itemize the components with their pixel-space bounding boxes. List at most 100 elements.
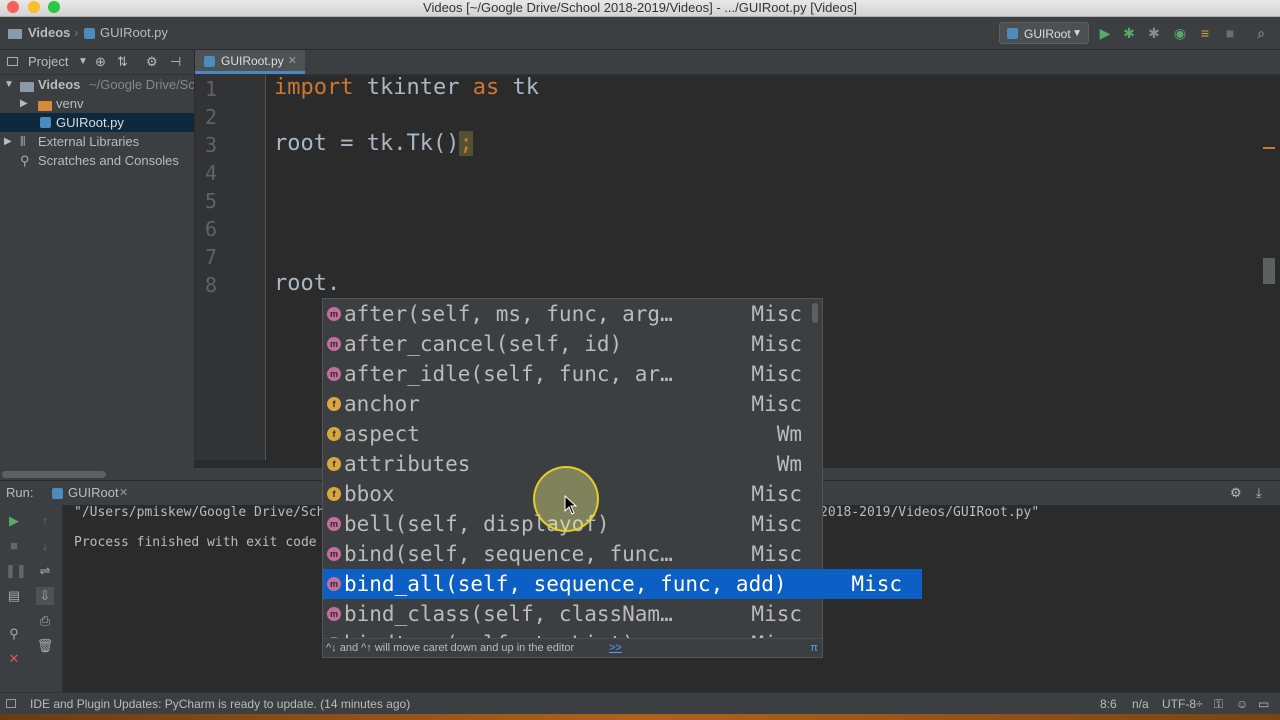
line-number: 3 — [204, 133, 217, 157]
profile-icon[interactable]: ◉ — [1171, 24, 1189, 42]
collapsed-arrow-icon[interactable]: ▶ — [20, 94, 28, 113]
line-number: 6 — [204, 217, 217, 241]
completion-item[interactable]: m after(self, ms, func, arg… Misc — [323, 299, 822, 329]
caret-position[interactable]: 8:6 — [1100, 693, 1117, 715]
scroll-from-source-icon[interactable]: ⊕ — [95, 50, 106, 74]
tree-item-videos[interactable]: ▼ Videos ~/Google Drive/Sc — [0, 75, 194, 94]
close-run-tab-icon[interactable]: ✕ — [119, 481, 128, 505]
line-number: 7 — [204, 245, 217, 269]
rerun-icon[interactable]: ▶ — [5, 512, 23, 530]
warning-stripe-marker[interactable] — [1263, 147, 1275, 149]
pi-icon[interactable]: π — [810, 639, 818, 657]
restore-layout-icon[interactable]: ▤ — [5, 587, 23, 605]
tree-item-scratches[interactable]: ⚲ Scratches and Consoles — [0, 151, 194, 170]
stop-icon[interactable]: ■ — [5, 537, 23, 555]
completion-item[interactable]: m bind(self, sequence, func… Misc — [323, 539, 822, 569]
method-icon: m — [327, 607, 341, 621]
tree-item-venv[interactable]: ▶ venv — [0, 94, 194, 113]
trash-icon[interactable]: 🗑 — [36, 637, 54, 655]
python-file-icon — [84, 17, 99, 49]
gear-icon[interactable]: ⚙ — [146, 50, 158, 74]
breadcrumb-project[interactable]: Videos — [28, 17, 70, 49]
run-icon[interactable]: ▶ — [1096, 24, 1114, 42]
chevron-down-icon[interactable]: ▼ — [78, 50, 88, 74]
event-log-icon[interactable]: ▭ — [1258, 693, 1269, 715]
completion-more-link[interactable]: >> — [609, 639, 622, 657]
completion-item[interactable]: m bind_all(self, sequence, func, add) Misc — [323, 569, 922, 599]
code-line-8: root. — [274, 271, 340, 296]
run-configuration-dropdown[interactable]: GUIRoot ▼ — [999, 22, 1089, 44]
lock-icon[interactable]: ⚿ — [1214, 693, 1223, 715]
completion-item[interactable]: f aspect Wm — [323, 419, 822, 449]
project-view-dropdown[interactable]: Project — [28, 50, 68, 74]
tab-guiroot-py[interactable]: GUIRoot.py ✕ — [195, 50, 305, 74]
completion-item-type: Misc — [851, 572, 902, 596]
horizontal-scrollbar-thumb[interactable] — [2, 471, 106, 478]
completion-item-type: Misc — [751, 392, 802, 416]
up-arrow-icon[interactable]: ↑ — [36, 512, 54, 530]
python-icon — [1007, 28, 1018, 39]
completion-footer: ^↓ and ^↑ will move caret down and up in… — [323, 638, 822, 657]
completion-item[interactable]: f anchor Misc — [323, 389, 822, 419]
completion-item-name: attributes — [344, 452, 471, 476]
print-icon[interactable]: ⎙ — [36, 612, 54, 630]
coverage-icon[interactable]: ✱ — [1145, 24, 1163, 42]
run-tab-guiroot[interactable]: GUIRoot — [68, 481, 119, 505]
line-number: 8 — [204, 273, 217, 297]
search-icon[interactable]: ⌕ — [1252, 24, 1270, 42]
build-icon[interactable]: ≡ — [1196, 24, 1214, 42]
editor-scrollbar-thumb[interactable] — [1263, 258, 1275, 284]
method-icon: m — [327, 337, 341, 351]
folder-icon — [20, 76, 38, 94]
completion-item-type: Misc — [751, 602, 802, 626]
keyword-import: import — [274, 75, 354, 100]
status-message[interactable]: IDE and Plugin Updates: PyCharm is ready… — [30, 693, 410, 715]
hide-panel-icon[interactable]: ⤓ — [1256, 481, 1262, 505]
file-encoding[interactable]: UTF-8÷ — [1162, 693, 1203, 715]
close-icon[interactable]: ✕ — [5, 650, 23, 668]
completion-list: m after(self, ms, func, arg… Misc m after_ca… — [323, 299, 923, 641]
completion-scrollbar-thumb[interactable] — [812, 303, 818, 323]
python-icon — [52, 488, 63, 499]
tool-windows-icon[interactable] — [6, 699, 16, 708]
completion-item-type: Wm — [776, 422, 802, 446]
pin-icon[interactable]: ⚲ — [5, 625, 23, 643]
inspection-icon[interactable]: ☺ — [1236, 693, 1248, 715]
method-icon: m — [327, 307, 341, 321]
code-text: root. — [274, 271, 341, 296]
tree-item-guiroot-py[interactable]: GUIRoot.py — [0, 113, 194, 132]
close-tab-icon[interactable]: ✕ — [288, 50, 297, 72]
debug-icon[interactable]: ✱ — [1120, 24, 1138, 42]
completion-item[interactable]: m after_idle(self, func, ar… Misc — [323, 359, 822, 389]
completion-item[interactable]: m bind_class(self, classNam… Misc — [323, 599, 822, 629]
line-separator[interactable]: n/a — [1132, 693, 1149, 715]
tree-item-path: ~/Google Drive/Sc — [89, 77, 194, 92]
mouse-pointer-icon — [564, 495, 578, 515]
soft-wrap-icon[interactable]: ⇌ — [36, 562, 54, 580]
keyword-as: as — [472, 75, 500, 100]
completion-item-type: Misc — [751, 512, 802, 536]
down-arrow-icon[interactable]: ↓ — [36, 537, 54, 555]
stop-icon[interactable]: ■ — [1221, 24, 1239, 42]
line-number: 4 — [204, 161, 217, 185]
folder-icon — [38, 95, 56, 113]
field-icon: f — [327, 397, 341, 411]
completion-item-name: after_idle(self, func, ar… — [344, 362, 673, 386]
scroll-to-end-icon[interactable]: ⇩ — [36, 587, 54, 605]
hide-panel-icon[interactable]: ⊣ — [170, 50, 181, 74]
collapsed-arrow-icon[interactable]: ▶ — [4, 132, 12, 151]
code-text: root = tk.Tk() — [274, 131, 460, 156]
tree-item-external-libraries[interactable]: ▶ ⫴ External Libraries — [0, 132, 194, 151]
collapse-all-icon[interactable]: ⇅ — [117, 50, 128, 74]
line-number-gutter: 1 2 3 4 5 6 7 8 — [195, 75, 266, 460]
code-line-1: import tkinter as tk — [274, 75, 539, 100]
gear-icon[interactable]: ⚙ — [1230, 481, 1242, 505]
completion-item-type: Misc — [751, 302, 802, 326]
pause-icon[interactable]: ❚❚ — [5, 562, 27, 580]
breadcrumb-file[interactable]: GUIRoot.py — [100, 17, 168, 49]
completion-hint: ^↓ and ^↑ will move caret down and up in… — [326, 642, 575, 654]
method-icon: m — [327, 577, 341, 591]
completion-item[interactable]: m after_cancel(self, id) Misc — [323, 329, 822, 359]
tree-item-label: venv — [56, 96, 84, 111]
expanded-arrow-icon[interactable]: ▼ — [4, 75, 14, 94]
